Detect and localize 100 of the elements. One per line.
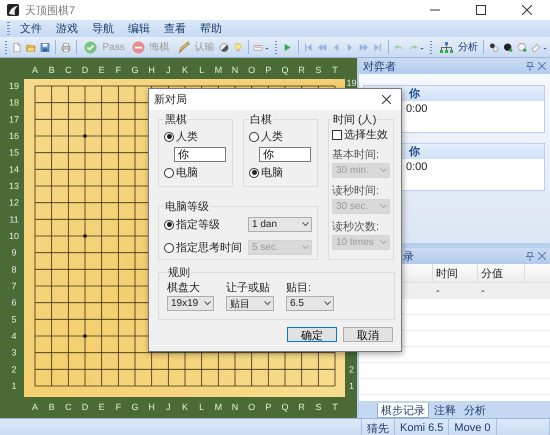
checkbox[interactable] [332, 130, 342, 140]
radio-option[interactable]: 电脑 [249, 165, 312, 180]
caret-icon [380, 204, 387, 209]
coordinate-label: C [65, 65, 72, 75]
caret-icon [302, 245, 309, 250]
coordinate-label: 15 [9, 148, 19, 158]
radio-option[interactable]: 指定等级 [164, 217, 220, 232]
panel-tab[interactable]: 注释 [431, 403, 459, 418]
panel-tab[interactable]: 分析 [461, 403, 489, 418]
status-text: Komi 6.5 [395, 419, 450, 435]
caret-icon [324, 301, 331, 306]
coordinate-label: E [98, 402, 105, 412]
menu-item[interactable]: 查看 [157, 20, 193, 36]
caret-icon [204, 301, 211, 306]
coordinate-label: 2 [349, 364, 354, 374]
field-label: 读秒次数: [332, 220, 380, 234]
menu-item[interactable]: 导航 [85, 20, 121, 36]
radio-option[interactable]: 电脑 [164, 165, 227, 180]
coordinate-label: G [132, 402, 138, 412]
coordinate-label: C [65, 402, 72, 412]
coordinate-label: Q [282, 65, 288, 75]
column-header[interactable]: 分值 [478, 264, 525, 282]
window-title: 天顶围棋7 [25, 4, 76, 18]
coordinate-label: K [182, 402, 188, 412]
panel-title: 录 [403, 250, 415, 264]
status-text: Move 0 [449, 419, 496, 435]
coordinate-label: 13 [9, 181, 19, 191]
column-header[interactable]: 时间 [433, 264, 478, 282]
coordinate-label: D [82, 402, 88, 412]
group-title: 规则 [167, 266, 191, 280]
coordinate-label: S [315, 402, 322, 412]
coordinate-label: Q [282, 402, 288, 412]
coordinate-label: K [182, 65, 188, 75]
group-title: 电脑等级 [164, 200, 210, 214]
menu-item[interactable]: 游戏 [49, 20, 85, 36]
radio-circle[interactable] [164, 132, 174, 142]
pin-icon[interactable] [526, 252, 534, 260]
rule-dropdown[interactable]: 6.5 [286, 296, 334, 311]
coordinate-label: A [32, 402, 38, 412]
player-name: 你 [409, 145, 420, 159]
pin-icon[interactable] [526, 62, 534, 70]
coordinate-label: 11 [9, 214, 19, 224]
menu-item[interactable]: 文件 [13, 20, 49, 36]
coordinate-label: H [148, 65, 155, 75]
toolbar-button[interactable]: 分析 [435, 38, 480, 56]
coordinate-label: 3 [12, 348, 16, 358]
dialog-button[interactable]: 确定 [287, 327, 337, 342]
group-title: 黑棋 [164, 113, 188, 127]
caret-icon [380, 168, 387, 173]
close-icon[interactable] [538, 252, 546, 260]
coordinate-label: 17 [9, 114, 19, 124]
coordinate-label: 1 [349, 381, 354, 391]
table-cell-text: - [480, 284, 486, 299]
coordinate-label: 18 [9, 98, 19, 108]
coordinate-label: M [214, 65, 222, 75]
tree-icon[interactable] [439, 40, 454, 54]
menu-item[interactable]: 编辑 [121, 20, 157, 36]
rule-dropdown[interactable]: 19x19 [167, 296, 214, 311]
player-time: 0:00 [406, 160, 428, 172]
coordinate-label: G [132, 65, 138, 75]
close-icon[interactable] [538, 62, 546, 70]
coordinate-label: H [148, 402, 155, 412]
menu-item[interactable]: 帮助 [193, 20, 229, 36]
radio-circle[interactable] [164, 168, 174, 178]
coordinate-label: B [48, 65, 55, 75]
radio-circle[interactable] [164, 220, 174, 230]
checkbox-option[interactable]: 选择生效 [332, 127, 390, 142]
maximize-icon [476, 5, 486, 15]
panel-tab[interactable]: 棋步记录 [377, 403, 429, 418]
coordinate-label: R [298, 402, 305, 412]
coordinate-label: J [166, 402, 171, 412]
name-field[interactable]: 你 [259, 147, 311, 162]
field-label: 读秒时间: [332, 184, 380, 198]
coordinate-label: P [265, 65, 272, 75]
rule-dropdown[interactable]: 贴目 [226, 296, 274, 311]
coordinate-label: 14 [9, 164, 19, 174]
radio-circle[interactable] [249, 132, 259, 142]
coordinate-label: T [332, 402, 338, 412]
coordinate-label: D [82, 65, 88, 75]
close-icon [382, 95, 390, 104]
coordinate-label: J [166, 65, 171, 75]
field-label: 棋盘大 [167, 281, 201, 295]
radio-option[interactable]: 人类 [164, 129, 227, 144]
coordinate-label: E [98, 65, 105, 75]
radio-option[interactable]: 人类 [249, 129, 312, 144]
coordinate-label: F [116, 402, 122, 412]
dialog-title: 新对局 [154, 92, 188, 107]
coordinate-label: 16 [9, 131, 19, 141]
coordinate-label: L [199, 402, 204, 412]
coordinate-label: O [248, 65, 256, 75]
group-title: 白棋 [249, 113, 273, 127]
dialog-button[interactable]: 取消 [343, 327, 393, 342]
name-field[interactable]: 你 [174, 147, 226, 162]
coordinate-label: F [116, 65, 122, 75]
coordinate-label: 6 [12, 298, 16, 308]
radio-circle[interactable] [249, 168, 259, 178]
coordinate-label: S [315, 65, 322, 75]
coordinate-label: 4 [12, 331, 16, 341]
coordinate-label: A [32, 65, 38, 75]
level-dropdown[interactable]: 1 dan [248, 217, 312, 232]
